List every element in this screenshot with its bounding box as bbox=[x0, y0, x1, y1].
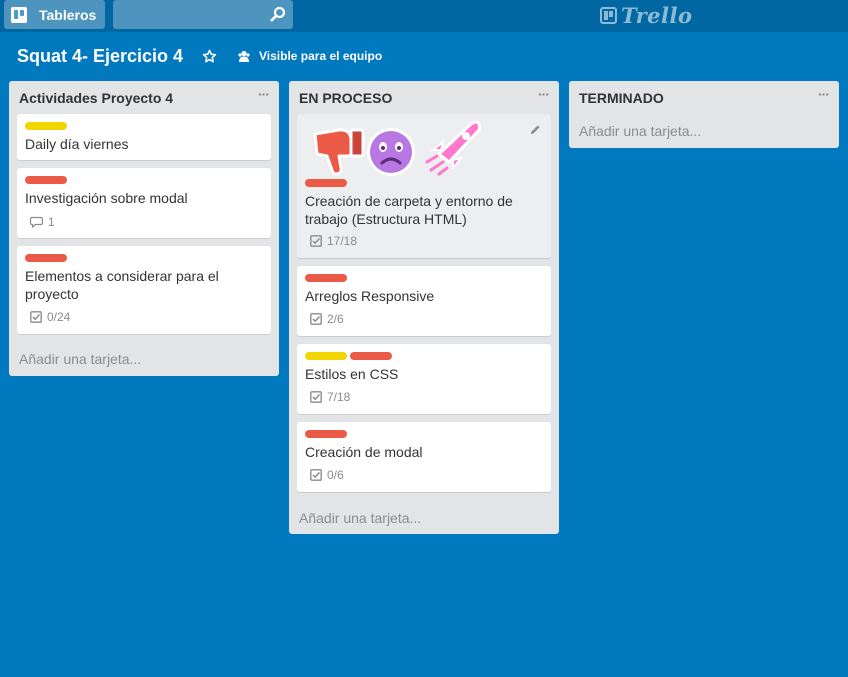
frown-face-icon bbox=[367, 128, 415, 176]
list-header: EN PROCESO ··· bbox=[289, 81, 559, 113]
board-title[interactable]: Squat 4- Ejercicio 4 bbox=[17, 46, 183, 67]
search-box[interactable] bbox=[113, 0, 293, 29]
card-title: Elementos a considerar para el proyecto bbox=[25, 268, 219, 302]
card-arreglos-responsive[interactable]: Arreglos Responsive 2/6 bbox=[297, 266, 551, 336]
card-title: Investigación sobre modal bbox=[25, 190, 188, 206]
trello-logo-icon bbox=[600, 7, 617, 24]
checklist-count: 17/18 bbox=[327, 234, 358, 248]
boards-button[interactable]: Tableros bbox=[4, 0, 105, 29]
list-header: Actividades Proyecto 4 ··· bbox=[9, 81, 279, 113]
label-red bbox=[305, 274, 347, 282]
visibility-button[interactable]: Visible para el equipo bbox=[237, 49, 382, 63]
checklist-icon bbox=[310, 391, 322, 403]
comment-icon bbox=[30, 216, 43, 228]
list-title[interactable]: EN PROCESO bbox=[299, 90, 392, 106]
label-red bbox=[305, 179, 347, 187]
list-title[interactable]: TERMINADO bbox=[579, 90, 664, 106]
add-card-link[interactable]: Añadir una tarjeta... bbox=[299, 510, 421, 526]
list-actividades: Actividades Proyecto 4 ··· Daily día vie… bbox=[9, 81, 279, 376]
card-stickers bbox=[313, 120, 481, 176]
team-icon bbox=[238, 50, 250, 62]
search-icon[interactable] bbox=[270, 6, 286, 22]
star-icon[interactable] bbox=[202, 49, 217, 64]
list-menu-icon[interactable]: ··· bbox=[818, 87, 830, 101]
card-labels bbox=[305, 352, 392, 360]
checklist-icon bbox=[310, 313, 322, 325]
comments-count: 1 bbox=[48, 215, 55, 229]
trello-logo[interactable]: Trello bbox=[600, 3, 693, 28]
label-red bbox=[305, 430, 347, 438]
card-daily[interactable]: Daily día viernes bbox=[17, 114, 271, 160]
list-menu-icon[interactable]: ··· bbox=[258, 87, 270, 101]
list-menu-icon[interactable]: ··· bbox=[538, 87, 550, 101]
visibility-label: Visible para el equipo bbox=[259, 49, 383, 63]
boards-icon bbox=[11, 6, 27, 23]
list-title[interactable]: Actividades Proyecto 4 bbox=[19, 90, 173, 106]
top-header: Tableros Trello bbox=[0, 0, 848, 32]
checklist-icon bbox=[30, 311, 42, 323]
rocket-icon bbox=[425, 120, 481, 176]
card-investigacion[interactable]: Investigación sobre modal 1 bbox=[17, 168, 271, 238]
add-card-link[interactable]: Añadir una tarjeta... bbox=[19, 351, 141, 367]
card-title: Estilos en CSS bbox=[305, 366, 399, 382]
checklist-count: 0/24 bbox=[47, 310, 71, 324]
label-yellow bbox=[25, 122, 67, 130]
card-estilos-css[interactable]: Estilos en CSS 7/18 bbox=[297, 344, 551, 414]
card-title: Arreglos Responsive bbox=[305, 288, 435, 304]
add-card-link[interactable]: Añadir una tarjeta... bbox=[579, 123, 701, 139]
label-red bbox=[25, 254, 67, 262]
card-title: Creación de modal bbox=[305, 444, 423, 460]
boards-button-label: Tableros bbox=[39, 6, 97, 23]
comments-badge: 1 bbox=[30, 215, 55, 229]
checklist-badge: 2/6 bbox=[310, 312, 344, 326]
card-title: Daily día viernes bbox=[25, 136, 129, 152]
edit-pencil-icon[interactable] bbox=[530, 124, 541, 135]
card-labels bbox=[25, 122, 67, 130]
label-red bbox=[350, 352, 392, 360]
card-labels bbox=[305, 179, 347, 187]
card-creacion-modal[interactable]: Creación de modal 0/6 bbox=[297, 422, 551, 492]
checklist-icon bbox=[310, 469, 322, 481]
checklist-badge: 17/18 bbox=[310, 234, 357, 248]
checklist-badge: 7/18 bbox=[310, 390, 350, 404]
card-labels bbox=[25, 176, 67, 184]
thumbs-down-icon bbox=[313, 128, 365, 176]
checklist-count: 0/6 bbox=[327, 468, 344, 482]
card-elementos[interactable]: Elementos a considerar para el proyecto … bbox=[17, 246, 271, 334]
card-labels bbox=[305, 430, 347, 438]
list-terminado: TERMINADO ··· Añadir una tarjeta... bbox=[569, 81, 839, 148]
list-en-proceso: EN PROCESO ··· Creación de carpeta y ent… bbox=[289, 81, 559, 534]
card-creacion-carpeta[interactable]: Creación de carpeta y entorno de trabajo… bbox=[297, 114, 551, 258]
checklist-badge: 0/6 bbox=[310, 468, 344, 482]
label-red bbox=[25, 176, 67, 184]
search-input[interactable] bbox=[113, 0, 263, 29]
card-title: Creación de carpeta y entorno de trabajo… bbox=[305, 193, 513, 227]
card-labels bbox=[305, 274, 347, 282]
checklist-count: 2/6 bbox=[327, 312, 344, 326]
label-yellow bbox=[305, 352, 347, 360]
checklist-icon bbox=[310, 235, 322, 247]
checklist-badge: 0/24 bbox=[30, 310, 70, 324]
checklist-count: 7/18 bbox=[327, 390, 351, 404]
list-header: TERMINADO ··· bbox=[569, 81, 839, 113]
card-labels bbox=[25, 254, 67, 262]
trello-logo-text: Trello bbox=[621, 3, 693, 28]
